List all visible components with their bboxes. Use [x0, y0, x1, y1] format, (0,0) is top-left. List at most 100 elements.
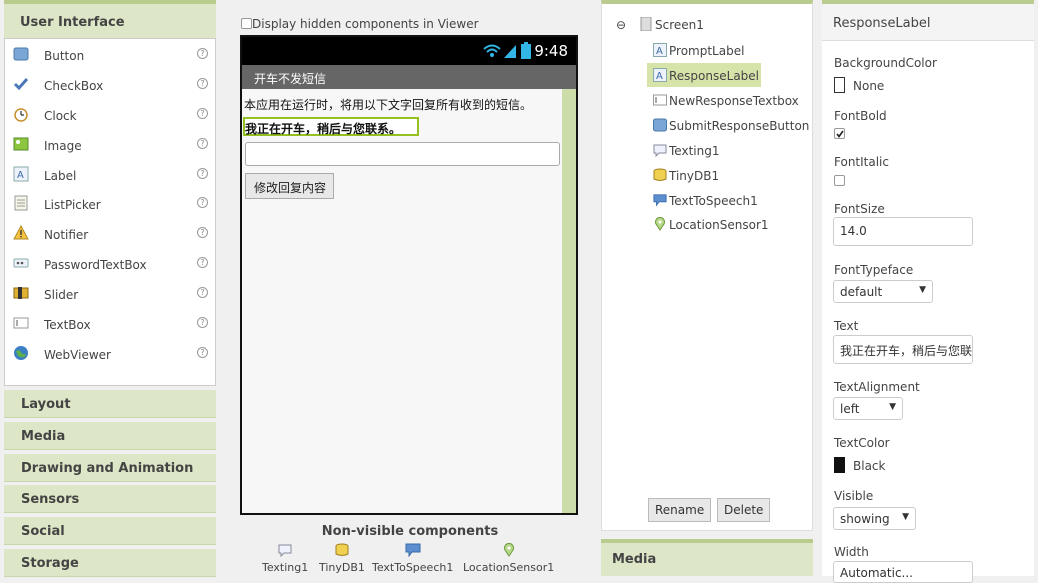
palette-item-slider[interactable]: Slider ? — [5, 279, 215, 309]
nonvisible-tinydb1[interactable]: TinyDB1 — [319, 543, 365, 574]
textalignment-select[interactable]: left ▼ — [833, 397, 903, 420]
palette-category-layout[interactable]: Layout — [4, 390, 216, 418]
help-icon[interactable]: ? — [197, 78, 208, 89]
palette-item-listpicker[interactable]: ListPicker ? — [5, 189, 215, 219]
help-icon[interactable]: ? — [197, 138, 208, 149]
checkmark-icon — [836, 130, 844, 138]
label-icon: A — [653, 68, 667, 82]
help-icon[interactable]: ? — [197, 257, 208, 268]
palette-header-user-interface[interactable]: User Interface — [4, 0, 216, 38]
help-icon[interactable]: ? — [197, 108, 208, 119]
delete-button[interactable]: Delete — [717, 498, 771, 522]
palette-item-clock[interactable]: Clock ? — [5, 100, 215, 130]
components-panel: ⊖ Screen1 A PromptLabel A ResponseLabel Ne… — [601, 0, 813, 531]
speech-bubble-icon — [405, 543, 421, 557]
prop-name-textalignment: TextAlignment — [834, 380, 920, 394]
properties-panel: ResponseLabel BackgroundColor None FontB… — [822, 0, 1034, 583]
battery-icon — [521, 42, 531, 59]
clock-icon — [14, 108, 28, 122]
dropdown-arrow-icon: ▼ — [889, 402, 896, 412]
new-response-textbox[interactable] — [245, 142, 560, 166]
slider-icon — [13, 287, 29, 299]
palette-item-textbox[interactable]: TextBox ? — [5, 309, 215, 339]
phone-preview: 9:48 开车不发短信 本应用在运行时，将用以下文字回复所有收到的短信。 我正在… — [240, 35, 578, 515]
tree-item-screen1[interactable]: Screen1 — [639, 17, 704, 32]
prompt-label[interactable]: 本应用在运行时，将用以下文字回复所有收到的短信。 — [244, 96, 532, 113]
status-time: 9:48 — [534, 42, 568, 60]
nonvisible-texttospeech1[interactable]: TextToSpeech1 — [372, 543, 453, 574]
nonvisible-label: LocationSensor1 — [463, 561, 555, 574]
fonttypeface-select[interactable]: default ▼ — [833, 280, 933, 303]
media-panel-header[interactable]: Media — [601, 539, 813, 576]
width-input[interactable]: Automatic... — [833, 561, 973, 583]
database-icon — [653, 168, 667, 181]
svg-text:A: A — [656, 71, 663, 82]
tree-item-texttospeech1[interactable]: TextToSpeech1 — [653, 193, 758, 208]
nonvisible-texting1[interactable]: Texting1 — [262, 543, 308, 574]
help-icon[interactable]: ? — [197, 347, 208, 358]
checkbox-box — [834, 175, 845, 186]
signal-icon — [483, 44, 516, 58]
response-label[interactable]: 我正在开车，稍后与您联系。 — [243, 117, 419, 136]
prop-name-backgroundcolor: BackgroundColor — [834, 56, 937, 70]
svg-text:A: A — [17, 170, 24, 181]
palette-category-media[interactable]: Media — [4, 422, 216, 450]
help-icon[interactable]: ? — [197, 48, 208, 59]
prop-name-visible: Visible — [834, 489, 874, 503]
fontsize-input[interactable]: 14.0 — [833, 217, 973, 246]
label-icon: A — [13, 166, 29, 182]
phone-scrollbar[interactable] — [562, 89, 576, 513]
text-input[interactable]: 我正在开车，稍后与您联 — [833, 335, 973, 364]
button-icon — [653, 118, 667, 132]
textalignment-value: left — [840, 402, 860, 416]
nonvisible-label: TinyDB1 — [319, 561, 365, 574]
tree-item-tinydb1[interactable]: TinyDB1 — [653, 168, 719, 183]
tree-item-label: TextToSpeech1 — [669, 194, 758, 208]
tree-item-locationsensor1[interactable]: LocationSensor1 — [653, 217, 769, 232]
tree-item-newresponsetextbox[interactable]: NewResponseTextbox — [653, 93, 799, 108]
display-hidden-checkbox[interactable]: Display hidden components in Viewer — [241, 17, 479, 31]
rename-button[interactable]: Rename — [648, 498, 712, 522]
tree-item-label: TinyDB1 — [669, 169, 720, 183]
texting-icon — [278, 544, 292, 557]
color-swatch — [834, 457, 845, 473]
palette-item-image[interactable]: Image ? — [5, 130, 215, 160]
palette-item-notifier[interactable]: Notifier ? — [5, 219, 215, 249]
palette-category-sensors[interactable]: Sensors — [4, 485, 216, 513]
help-icon[interactable]: ? — [197, 287, 208, 298]
fontbold-checkbox[interactable] — [834, 127, 845, 141]
palette-item-label: Image — [44, 139, 82, 153]
nonvisible-locationsensor1[interactable]: LocationSensor1 — [463, 543, 554, 574]
tree-item-promptlabel[interactable]: A PromptLabel — [653, 43, 744, 58]
checkbox-box[interactable] — [241, 18, 252, 29]
help-icon[interactable]: ? — [197, 317, 208, 328]
palette-category-social[interactable]: Social — [4, 517, 216, 545]
palette-category-drawing-animation[interactable]: Drawing and Animation — [4, 454, 216, 482]
submit-response-button[interactable]: 修改回复内容 — [245, 173, 334, 199]
palette-category-storage[interactable]: Storage — [4, 549, 216, 577]
prop-backgroundcolor-value[interactable]: None — [834, 77, 884, 93]
palette-item-label: TextBox — [44, 318, 91, 332]
palette-item-button[interactable]: Button ? — [5, 40, 215, 70]
help-icon[interactable]: ? — [197, 227, 208, 238]
palette-item-label: Label — [44, 169, 77, 183]
prop-textcolor-value[interactable]: Black — [834, 457, 885, 473]
palette-panel: User Interface Button ? CheckBox ? Clock… — [4, 0, 216, 577]
palette-item-label[interactable]: A Label ? — [5, 160, 215, 190]
tree-item-texting1[interactable]: Texting1 — [653, 143, 719, 158]
dropdown-arrow-icon: ▼ — [902, 512, 909, 522]
collapse-icon[interactable]: ⊖ — [616, 18, 626, 32]
help-icon[interactable]: ? — [197, 168, 208, 179]
palette-item-passwordtextbox[interactable]: PasswordTextBox ? — [5, 249, 215, 279]
tree-item-responselabel[interactable]: A ResponseLabel — [647, 63, 762, 87]
visible-select[interactable]: showing ▼ — [833, 507, 916, 530]
database-icon — [335, 543, 349, 556]
fontitalic-checkbox[interactable] — [834, 174, 845, 188]
palette-item-checkbox[interactable]: CheckBox ? — [5, 70, 215, 100]
help-icon[interactable]: ? — [197, 197, 208, 208]
color-swatch — [834, 77, 845, 93]
palette-item-webviewer[interactable]: WebViewer ? — [5, 339, 215, 369]
tree-item-submitresponsebutton[interactable]: SubmitResponseButton — [653, 118, 809, 133]
palette-item-label: Clock — [44, 109, 77, 123]
listpicker-icon — [14, 195, 28, 211]
